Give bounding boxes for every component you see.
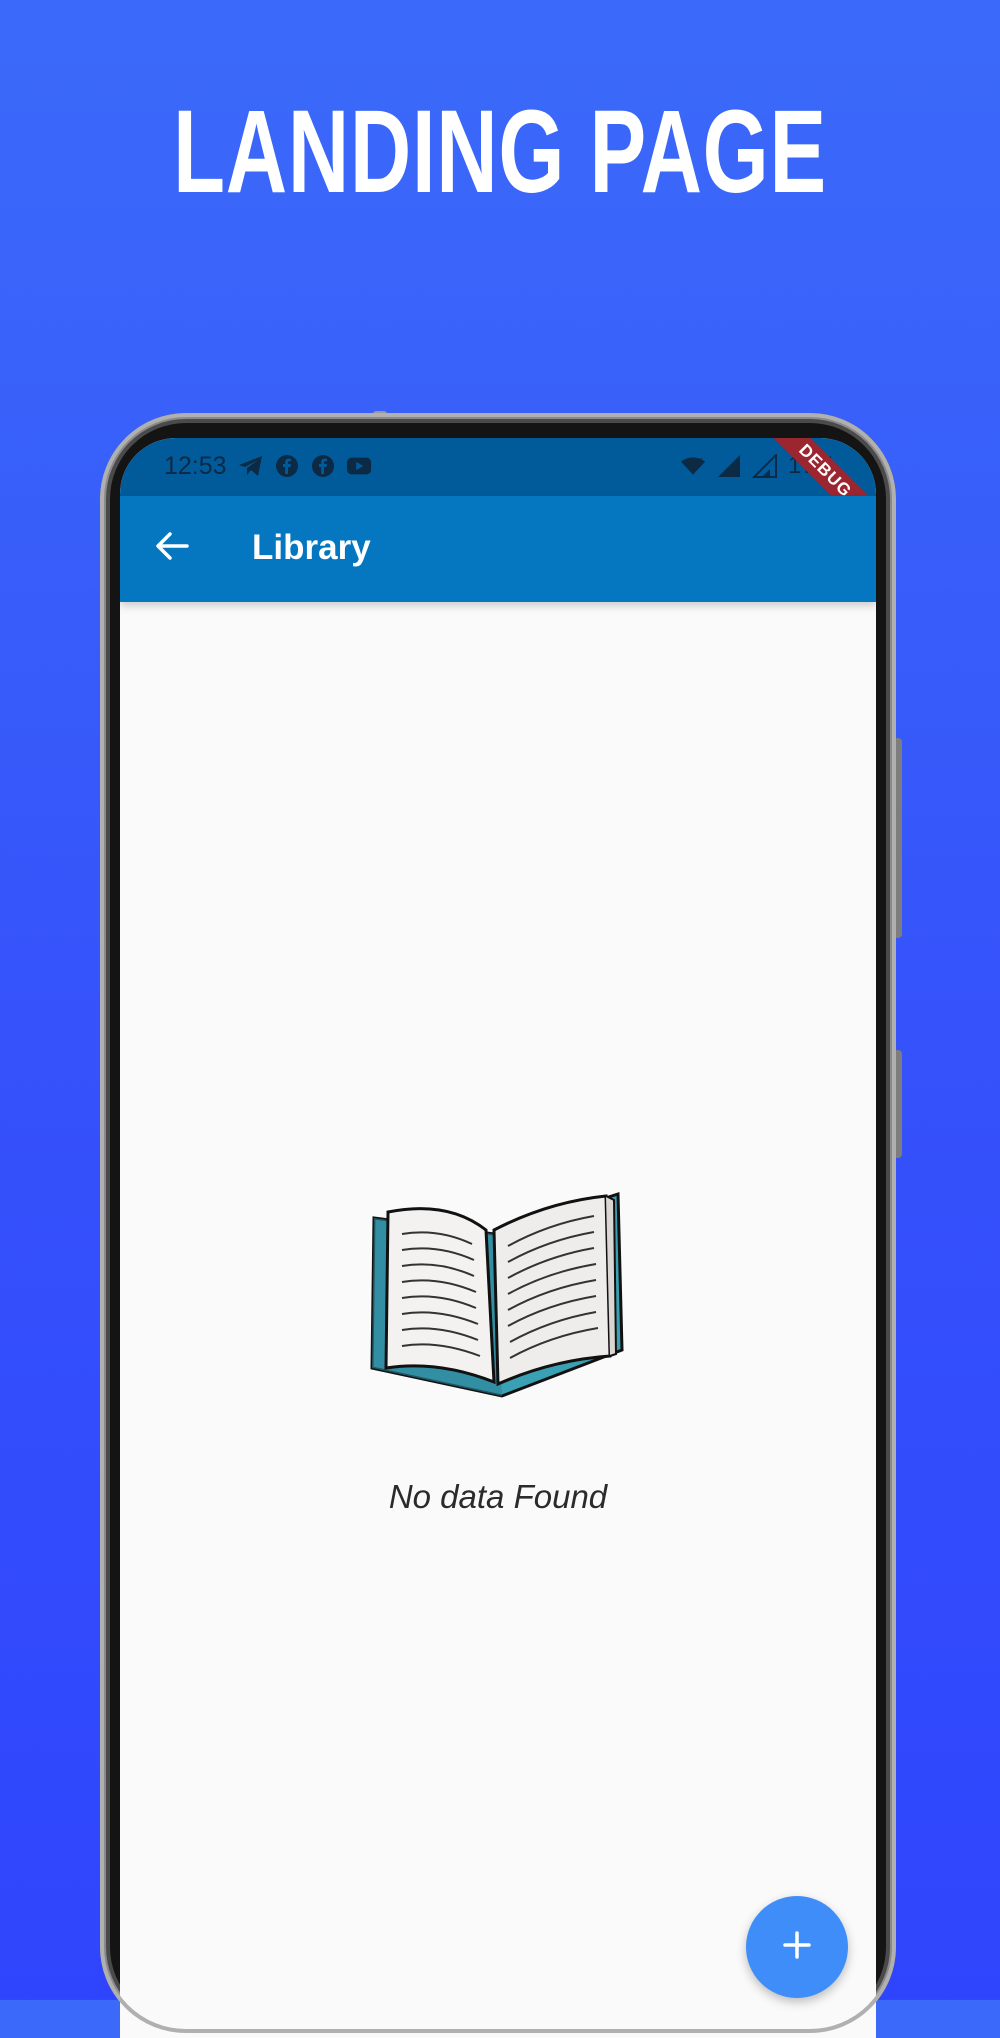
open-book-icon — [368, 1190, 626, 1402]
plus-icon — [782, 1930, 812, 1965]
page-headline: LANDING PAGE — [173, 86, 827, 218]
telegram-icon — [238, 453, 264, 479]
back-button[interactable] — [144, 520, 200, 576]
phone-power-button — [894, 1050, 902, 1158]
wifi-icon: x — [680, 453, 706, 479]
phone-screen: 12:53 x 17% — [120, 438, 876, 2038]
status-bar: 12:53 x 17% — [120, 438, 876, 548]
add-button[interactable] — [746, 1896, 848, 1998]
app-bar: Library — [120, 496, 876, 602]
svg-text:x: x — [699, 456, 703, 465]
page-title: Library — [252, 528, 371, 567]
facebook-icon — [274, 453, 300, 479]
facebook-icon — [310, 453, 336, 479]
arrow-left-icon — [155, 531, 189, 566]
signal-icon — [751, 453, 778, 479]
status-time: 12:53 — [164, 452, 227, 480]
status-notification-icons — [238, 453, 372, 479]
youtube-icon — [346, 453, 372, 479]
empty-state-message: No data Found — [388, 1478, 608, 1515]
phone-volume-button — [894, 738, 902, 938]
signal-icon — [716, 453, 742, 479]
phone-top-notch — [373, 411, 387, 417]
